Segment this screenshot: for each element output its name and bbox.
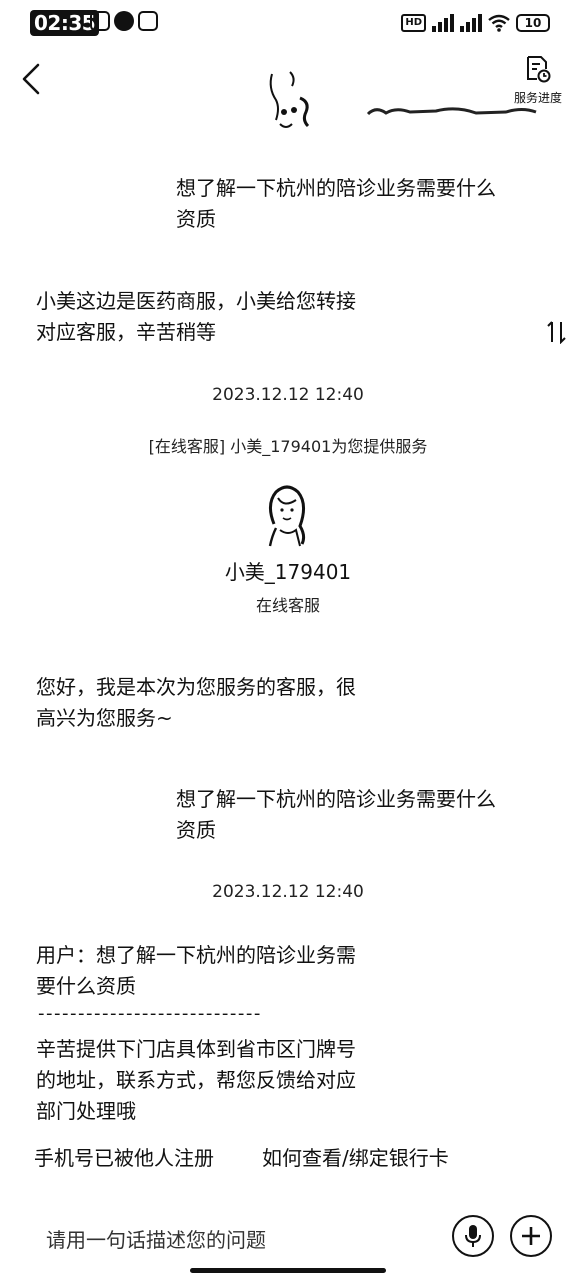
- agent-greeting-message: 您好，我是本次为您服务的客服，很 高兴为您服务~: [36, 675, 356, 730]
- message-timestamp: 2023.12.12 12:40: [212, 385, 364, 405]
- status-indicators: HD 10: [401, 12, 550, 34]
- service-progress-label[interactable]: 服务进度: [505, 89, 571, 106]
- microphone-icon: [465, 1225, 481, 1247]
- signal-2-icon: [460, 14, 482, 32]
- quick-reply-chip[interactable]: 手机号已被他人注册: [34, 1144, 214, 1172]
- app-notification-icon: [138, 11, 158, 31]
- plus-icon: [522, 1227, 540, 1245]
- service-progress-icon[interactable]: [525, 55, 551, 83]
- service-avatar-icon: [269, 71, 310, 128]
- question-input[interactable]: 请用一句话描述您的问题: [46, 1224, 266, 1253]
- status-bar: 02:35 HD 10: [0, 0, 576, 44]
- agent-role: 在线客服: [255, 596, 320, 615]
- notification-icon: [90, 11, 110, 31]
- hd-badge: HD: [401, 14, 426, 32]
- message-divider: ----------------------------: [38, 1004, 262, 1024]
- quick-reply-chip[interactable]: 如何查看/绑定银行卡: [262, 1144, 449, 1172]
- user-message: 想了解一下杭州的陪诊业务需要什么 资质: [176, 176, 496, 231]
- voice-input-button[interactable]: [452, 1215, 494, 1257]
- agent-reply-quote: 用户：想了解一下杭州的陪诊业务需 要什么资质: [36, 943, 356, 998]
- battery-icon: 10: [516, 14, 550, 32]
- message-timestamp: 2023.12.12 12:40: [212, 882, 364, 902]
- sort-arrows-icon[interactable]: [546, 320, 568, 344]
- wifi-icon: [488, 14, 510, 32]
- agent-avatar: [268, 485, 306, 547]
- signal-icon: [432, 14, 454, 32]
- agent-name: 小美_179401: [224, 560, 352, 584]
- service-notice: [在线客服] 小美_179401为您提供服务: [148, 437, 428, 456]
- more-options-button[interactable]: [510, 1215, 552, 1257]
- user-message: 想了解一下杭州的陪诊业务需要什么 资质: [176, 787, 496, 842]
- chat-title-obscured: [366, 107, 537, 116]
- bot-message: 小美这边是医药商服，小美给您转接 对应客服，辛苦稍等: [36, 289, 356, 344]
- status-time: 02:35: [30, 10, 100, 36]
- back-arrow-icon[interactable]: [18, 62, 44, 96]
- chat-app-icon: [114, 11, 134, 31]
- agent-reply-message: 辛苦提供下门店具体到省市区门牌号 的地址，联系方式，帮您反馈给对应 部门处理哦: [36, 1037, 356, 1123]
- home-indicator[interactable]: [190, 1268, 386, 1273]
